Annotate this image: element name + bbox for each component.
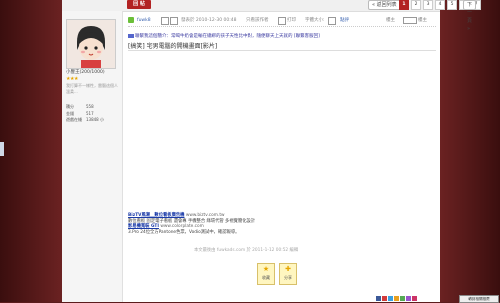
author-username[interactable]: 小豐王(200/1000)	[66, 69, 105, 75]
edited-note: 本文最後由 fuwkads.com 於 2011-1-12 00:52 編輯	[194, 248, 299, 253]
favorite-label: 收藏	[262, 275, 270, 280]
page-5-link[interactable]: 5	[447, 0, 457, 10]
page-background-left	[0, 0, 62, 302]
share-icon: ✚	[285, 265, 291, 273]
forum-page: 回 帖 « 返回列表 1 2 3 4 5 6 7 下一頁 » 小豐王(200/1	[62, 0, 499, 303]
ad-block: BizTV風潮＿數位看板廣告機 www.biztv.com.tw 數位看板 固定…	[128, 213, 438, 235]
stat-value: 13848 小	[86, 117, 104, 122]
rank-stars: ★★★	[66, 76, 78, 82]
more-share-icon[interactable]	[406, 296, 411, 301]
notice-icon	[128, 33, 134, 38]
floor-jump-input[interactable]	[403, 17, 417, 24]
header-divider	[128, 26, 436, 27]
social-share-icons	[376, 296, 417, 301]
page-4-link[interactable]: 4	[435, 0, 445, 10]
stat-row: 遊戲在綫 13848 小	[66, 117, 104, 124]
page-3-link[interactable]: 3	[423, 0, 433, 10]
page-1-link[interactable]: 1	[399, 0, 409, 10]
avatar[interactable]	[66, 19, 116, 69]
stat-value: 517	[86, 110, 94, 116]
only-author-link[interactable]: 只看該作者	[246, 17, 269, 24]
facebook-icon[interactable]	[376, 296, 381, 301]
font-size-label: 字體大小:	[305, 18, 325, 23]
post-header: fuwk8 發表於 2010-12-30 00:48 只看該作者 打印 字體大小…	[128, 17, 438, 25]
profile-icon[interactable]	[161, 17, 169, 25]
ad-link[interactable]: BizTV風潮＿數位看板廣告機	[128, 213, 184, 218]
favorite-button[interactable]: ★ 收藏	[257, 263, 275, 285]
ad-url[interactable]: www.colorplate.com	[160, 224, 204, 229]
author-sidebar: 小豐王(200/1000) ★★★ 我打算不一樣性，雷腦這個人溫柔... 積分 5…	[62, 11, 123, 302]
post-username[interactable]: fuwk8	[137, 17, 151, 24]
ad-description: 3.Pro 24位全方Pantone色票，Vodio測試中，確認報導。	[128, 229, 240, 235]
font-small-button[interactable]	[328, 17, 336, 25]
notice-line[interactable]: 聯繫我這個簡介：常喝牛奶會是輸在總綁的孩子天性比中對，隨便聊天上天就的 [聯繫客…	[128, 33, 320, 39]
author-signature: 我打算不一樣性，雷腦這個人溫柔...	[66, 83, 118, 94]
notice-text: 聯繫我這個簡介：常喝牛奶會是輸在總綁的孩子天性比中對，隨便聊天上天就的 [聯繫客…	[135, 34, 320, 39]
post-title: [搞笑] 宅男電腦的開機畫面[影片]	[128, 43, 218, 50]
stat-key: 遊戲在綫	[66, 117, 82, 122]
author-stats: 積分 558 金錢 517 遊戲在綫 13848 小	[66, 104, 104, 124]
title-divider	[128, 50, 436, 51]
side-tab[interactable]	[0, 142, 4, 156]
bookmark-icon[interactable]	[394, 296, 399, 301]
page-2-link[interactable]: 2	[411, 0, 421, 10]
reward-link[interactable]: 點評	[340, 17, 349, 24]
favorite-icon: ★	[262, 265, 270, 273]
print-link[interactable]: 打印	[287, 17, 296, 24]
stat-value: 558	[86, 104, 94, 109]
floor-label: 樓主	[386, 18, 395, 23]
reply-button[interactable]: 回 帖	[127, 0, 151, 9]
back-to-list-button[interactable]: « 返回列表	[368, 0, 401, 10]
email-share-icon[interactable]	[412, 296, 417, 301]
share-button[interactable]: ✚ 分享	[279, 263, 297, 285]
page-background-right	[440, 0, 500, 302]
floor-number: 樓主	[418, 18, 427, 23]
avatar-cartoon-icon	[67, 20, 115, 68]
ad-link[interactable]: 影易機寬裝 GTI	[128, 224, 159, 229]
next-page-button[interactable]: 下一頁 »	[463, 0, 477, 32]
post-date: 發表於 2010-12-30 00:48	[181, 18, 237, 23]
print-icon[interactable]	[278, 17, 286, 25]
message-icon[interactable]	[170, 17, 178, 25]
online-status-icon	[128, 17, 134, 23]
twitter-icon[interactable]	[388, 296, 393, 301]
share-label: 分享	[284, 275, 292, 280]
ad-url[interactable]: www.biztv.com.tw	[186, 213, 225, 218]
weibo-icon[interactable]	[382, 296, 387, 301]
plurk-icon[interactable]	[400, 296, 405, 301]
